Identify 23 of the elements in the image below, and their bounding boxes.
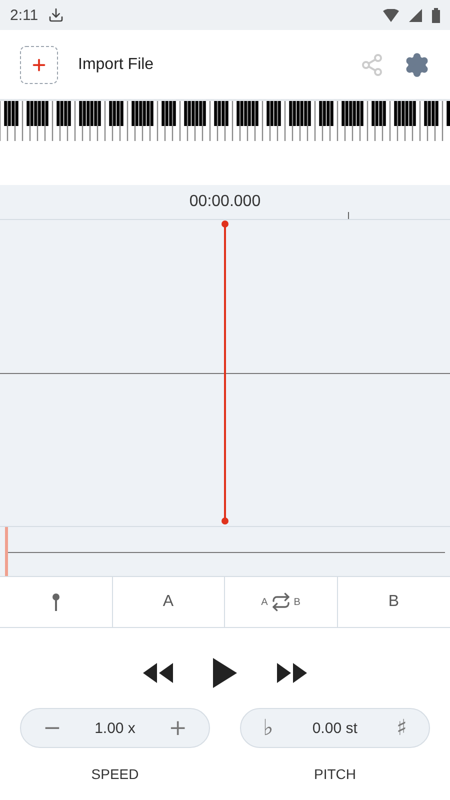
playhead-icon[interactable]: [221, 220, 229, 525]
pin-icon: [52, 593, 60, 611]
loop-icon: [270, 592, 291, 612]
settings-button[interactable]: [404, 52, 430, 78]
time-display: 00:00.000: [189, 193, 261, 211]
speed-value: 1.00 x: [94, 720, 136, 736]
pitch-label: PITCH: [314, 766, 356, 782]
import-button[interactable]: [20, 46, 58, 84]
decrease-button[interactable]: ♭: [259, 716, 278, 740]
decrease-button[interactable]: −: [39, 716, 66, 740]
status-time: 2:11: [10, 6, 38, 24]
signal-icon: [409, 8, 422, 22]
play-button[interactable]: [213, 658, 237, 688]
download-icon: [48, 7, 64, 23]
rewind-button[interactable]: [143, 663, 173, 683]
increase-button[interactable]: ♯: [392, 716, 411, 740]
speed-label: SPEED: [91, 766, 139, 782]
fast-forward-button[interactable]: [277, 663, 307, 683]
increase-button[interactable]: +: [164, 716, 191, 740]
header-title: Import File: [78, 56, 155, 74]
pitch-value: 0.00 st: [312, 720, 358, 736]
wifi-icon: [383, 8, 399, 22]
battery-icon: [432, 8, 440, 22]
